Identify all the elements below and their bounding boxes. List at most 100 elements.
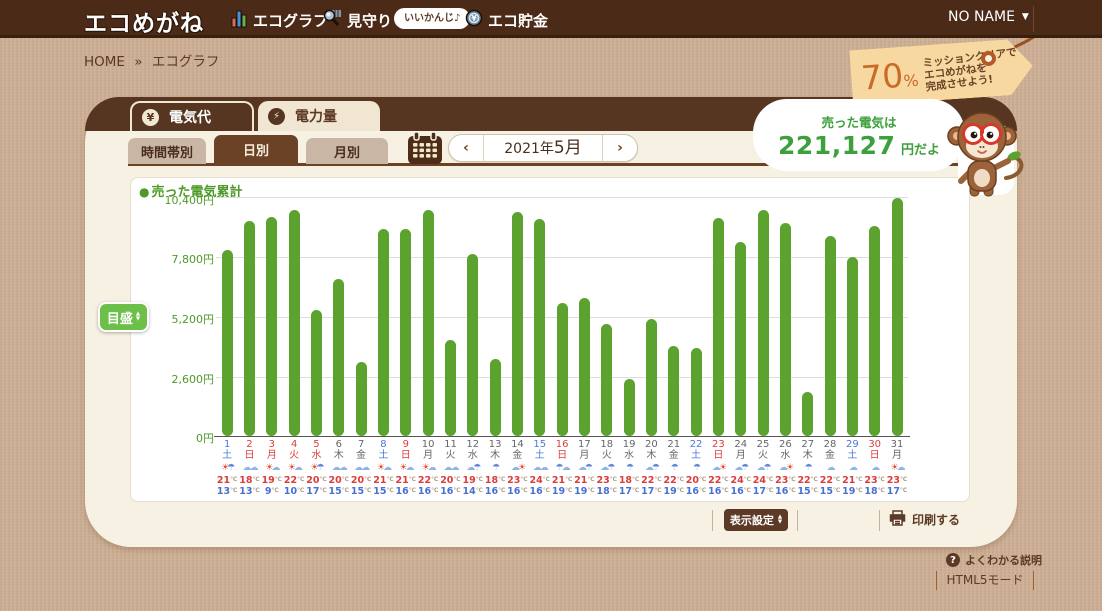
weather-icons: ☁☀ [707,462,729,475]
cloud-icon: ☁ [532,463,542,473]
bar-day-15 [529,196,551,436]
up-down-arrows-icon: ▲ ▼ [777,513,783,525]
weather-icons: ☀☁ [372,462,394,475]
x-axis-labels: 1 土 ☀☂ 21℃ 13℃ 2 日 ☁☁ 18℃ 13℃ 3 月 ☀☁ 19℃ 9℃ 4 火 ☀☁ 22℃ 10℃ 5… [216,440,908,497]
weather-icons: ☂ [685,462,707,475]
x-label-day-13: 13 木 ☂ 18℃ 16℃ [484,439,506,497]
umbrella-icon: ☂ [804,463,813,473]
bar-day-21 [663,196,685,436]
bar-plot [214,196,910,437]
weather-icons: ☁☂ [752,462,774,475]
x-label-day-25: 25 火 ☁☂ 24℃ 17℃ [752,439,774,497]
cloud-icon: ☁ [249,463,258,473]
bar-day-24 [730,196,752,436]
x-label-day-11: 11 火 ☁☁ 20℃ 16℃ [439,439,461,497]
x-label-day-5: 5 水 ☀☂ 20℃ 17℃ [305,439,327,497]
app-logo[interactable]: エコめがね [84,4,204,38]
calendar-icon[interactable] [407,131,443,169]
x-label-day-15: 15 土 ☁☁ 24℃ 16℃ [529,439,551,497]
x-label-day-10: 10 月 ☀☁ 22℃ 16℃ [417,439,439,497]
bolt-icon: ⚡ [268,107,285,125]
print-button[interactable]: 印刷する [889,510,960,529]
subtab-daily[interactable]: 日別 [214,135,298,164]
weather-icons: ☁☂ [640,462,662,475]
cloud-icon: ☁ [405,463,414,473]
bar-day-26 [774,196,796,436]
weather-icons: ☂ [663,462,685,475]
cloud-icon: ☁ [711,463,721,473]
help-link[interactable]: ? よくわかる説明 [946,552,1042,568]
bar-day-3 [261,196,283,436]
cloud-icon: ☁ [510,463,520,473]
x-label-day-1: 1 土 ☀☂ 21℃ 13℃ [216,439,238,497]
weather-icons: ☁☀ [506,462,528,475]
nav-item-label: エコ貯金 [488,11,549,30]
breadcrumb-home-link[interactable]: HOME [84,54,125,70]
weather-icons: ☁☁ [328,462,350,475]
bar-day-4 [283,196,305,436]
y-axis-tick: 7,800円 [171,253,215,266]
bar-day-18 [596,196,618,436]
next-month-button[interactable]: › [603,140,637,156]
mission-tag-text: ミッションクリアで エコめがねを 完成させよう! [922,46,1018,94]
bar-day-14 [506,196,528,436]
bar-day-12 [462,196,484,436]
up-down-arrows-icon: ▲ ▼ [135,310,141,322]
nav-item-ecograph[interactable]: エコグラフ [231,9,328,32]
y-axis-tick: 0円 [196,432,214,445]
umbrella-icon: ☂ [584,463,593,473]
weather-icons: ☁☂ [596,462,618,475]
x-label-day-7: 7 金 ☁☁ 20℃ 15℃ [350,439,372,497]
x-label-day-3: 3 月 ☀☁ 19℃ 9℃ [261,439,283,497]
weather-icons: ☀☂ [305,462,327,475]
tab-power-amount[interactable]: ⚡ 電力量 [258,101,380,131]
display-settings-button[interactable]: 表示設定 ▲ ▼ [724,509,788,531]
umbrella-icon: ☂ [670,463,679,473]
x-label-day-19: 19 水 ☂ 18℃ 17℃ [618,439,640,497]
mission-progress-tag[interactable]: 70% ミッションクリアで エコめがねを 完成させよう! [849,38,1034,107]
mission-percent: 70% [859,55,920,98]
html5-mode-link[interactable]: HTML5モード [936,571,1034,590]
x-axis-line [214,436,910,437]
umbrella-icon: ☂ [763,463,772,473]
bar-day-31 [886,196,908,436]
umbrella-icon: ☂ [741,463,749,473]
scale-toggle-button[interactable]: 目盛 ▲ ▼ [98,302,149,332]
nav-item-label: エコグラフ [253,12,329,30]
x-label-day-21: 21 金 ☂ 22℃ 19℃ [663,439,685,497]
tab-electricity-cost[interactable]: ¥ 電気代 [130,101,254,131]
x-label-day-16: 16 日 ☂☁ 21℃ 19℃ [551,439,573,497]
bar-day-17 [573,196,595,436]
breadcrumb-separator: » [134,54,143,70]
bar-day-20 [640,196,662,436]
weather-icons: ☁☁ [439,462,461,475]
date-navigator: ‹ 2021年5月 › [448,134,638,162]
x-label-day-9: 9 日 ☀☁ 21℃ 16℃ [395,439,417,497]
x-label-day-17: 17 月 ☁☂ 21℃ 19℃ [574,439,595,497]
nav-item-mimamori[interactable]: 見守り [323,9,392,32]
bar-day-16 [551,196,573,436]
prev-month-button[interactable]: ‹ [449,140,483,156]
umbrella-icon: ☂ [693,463,701,473]
bar-day-28 [819,196,841,436]
status-bubble: いいかんじ♪ [394,8,471,29]
subtab-monthly[interactable]: 月別 [306,138,388,164]
top-navbar: エコめがね エコグラフ 見守り いいかんじ♪ ¥ エコ貯金 NO NAME ▼ [0,0,1102,38]
subtab-by-time-of-day[interactable]: 時間帯別 [128,138,206,164]
divider [879,510,880,531]
bar-day-5 [305,196,327,436]
x-label-day-26: 26 水 ☁☀ 23℃ 16℃ [775,439,796,497]
x-label-day-8: 8 土 ☀☁ 21℃ 15℃ [372,439,394,497]
cloud-icon: ☁ [871,463,880,473]
tab-label: 電気代 [169,110,211,126]
bar-day-30 [864,196,886,436]
sun-icon: ☀ [517,463,526,473]
nav-item-ecochokin[interactable]: ¥ エコ貯金 [465,9,548,31]
x-label-day-20: 20 木 ☁☂ 22℃ 17℃ [640,439,662,497]
user-menu[interactable]: NO NAME ▼ [948,9,1029,25]
x-label-day-12: 12 水 ☁☂ 19℃ 14℃ [462,439,484,497]
cloud-icon: ☁ [577,463,587,473]
chevron-down-icon: ▼ [1021,12,1029,22]
cloud-icon: ☁ [361,463,370,473]
x-label-day-4: 4 火 ☀☁ 22℃ 10℃ [283,439,305,497]
